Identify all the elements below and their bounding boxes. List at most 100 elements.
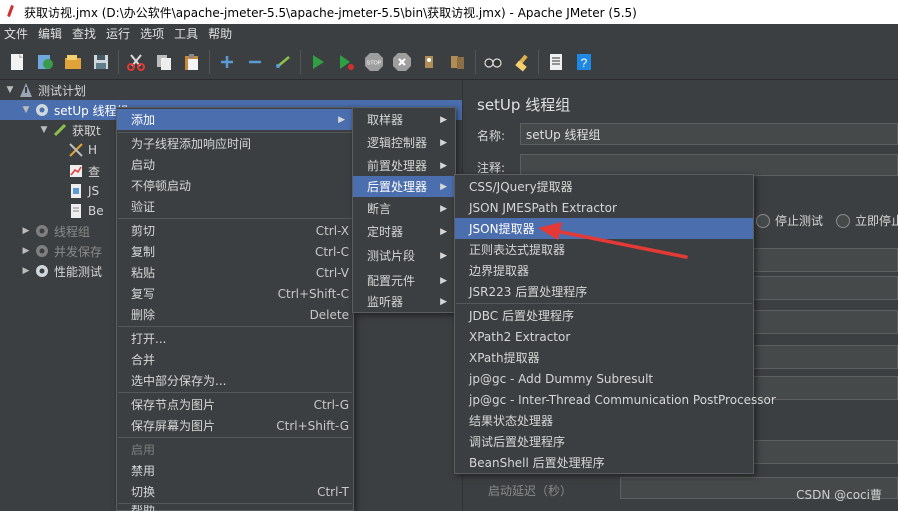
name-field[interactable]: setUp 线程组 bbox=[520, 123, 898, 145]
menu-item-copy[interactable]: 复制 Ctrl-C bbox=[117, 241, 353, 262]
submenu-item-assertion[interactable]: 断言 ▶ bbox=[353, 198, 455, 219]
menu-item-duplicate[interactable]: 复写 Ctrl+Shift-C bbox=[117, 283, 353, 304]
templates-icon[interactable] bbox=[34, 51, 56, 73]
stop-icon[interactable]: STOP bbox=[363, 51, 385, 73]
submenu-item-inter-thread-communication[interactable]: jp@gc - Inter-Thread Communication PostP… bbox=[455, 389, 776, 410]
tree-node-sampler[interactable]: ▼ 获取t bbox=[38, 120, 101, 140]
tree-node-test-plan[interactable]: ▼ 测试计划 bbox=[4, 80, 462, 100]
submenu-item-json-extractor[interactable]: JSON提取器 bbox=[455, 218, 753, 239]
radio-circle[interactable] bbox=[756, 213, 770, 228]
submenu-item-beanshell-post-processor[interactable]: BeanShell 后置处理程序 bbox=[455, 452, 753, 473]
submenu-item-config-element[interactable]: 配置元件 ▶ bbox=[353, 270, 455, 291]
comment-field[interactable] bbox=[520, 154, 898, 176]
submenu-item-dummy-subresult[interactable]: jp@gc - Add Dummy Subresult bbox=[455, 368, 753, 389]
submenu-item-post-processor[interactable]: 后置处理器 ▶ bbox=[353, 176, 455, 197]
submenu-item-regex-extractor[interactable]: 正则表达式提取器 bbox=[455, 239, 753, 260]
clear-icon[interactable] bbox=[419, 51, 441, 73]
chevron-right-icon[interactable]: ▶ bbox=[20, 266, 32, 276]
tools-icon bbox=[68, 142, 84, 158]
submenu-item-xpath2-extractor[interactable]: XPath2 Extractor bbox=[455, 326, 753, 347]
tree-node-http[interactable]: H bbox=[66, 140, 97, 160]
collapse-icon[interactable] bbox=[244, 51, 266, 73]
search-icon[interactable] bbox=[482, 51, 504, 73]
menu-edit[interactable]: 编辑 bbox=[34, 24, 68, 44]
menu-help[interactable]: 帮助 bbox=[204, 24, 238, 44]
tree-node-json[interactable]: JS bbox=[66, 181, 99, 201]
menu-item-toggle[interactable]: 切换 Ctrl-T bbox=[117, 481, 353, 502]
toolbar-separator bbox=[475, 49, 476, 74]
chevron-down-icon[interactable]: ▼ bbox=[38, 125, 50, 135]
menu-item-add-response-time[interactable]: 为子线程添加响应时间 bbox=[117, 133, 353, 154]
menu-separator bbox=[118, 392, 352, 393]
submenu-item-timer[interactable]: 定时器 ▶ bbox=[353, 221, 455, 242]
chevron-down-icon[interactable]: ▼ bbox=[20, 105, 32, 115]
stop-now-radio[interactable]: 立即停止 bbox=[836, 212, 898, 229]
function-helper-icon[interactable] bbox=[545, 51, 567, 73]
menu-item-start-no-pause[interactable]: 不停顿启动 bbox=[117, 175, 353, 196]
submenu-item-test-fragment[interactable]: 测试片段 ▶ bbox=[353, 245, 455, 266]
menu-item-save-screen-image[interactable]: 保存屏幕为图片 Ctrl+Shift-G bbox=[117, 415, 353, 436]
chevron-right-icon[interactable]: ▶ bbox=[20, 246, 32, 256]
menu-item-add[interactable]: 添加 ▶ bbox=[117, 109, 353, 130]
submenu-item-logic-controller[interactable]: 逻辑控制器 ▶ bbox=[353, 132, 455, 153]
menu-item-open[interactable]: 打开... bbox=[117, 328, 353, 349]
submenu-item-result-status-handler[interactable]: 结果状态处理器 bbox=[455, 410, 753, 431]
menu-search[interactable]: 查找 bbox=[68, 24, 102, 44]
menu-item-start[interactable]: 启动 bbox=[117, 154, 353, 175]
submenu-item-css-jquery-extractor[interactable]: CSS/JQuery提取器 bbox=[455, 176, 753, 197]
menu-tools[interactable]: 工具 bbox=[170, 24, 204, 44]
chevron-down-icon[interactable]: ▼ bbox=[4, 85, 16, 95]
menu-run[interactable]: 运行 bbox=[102, 24, 136, 44]
menu-item-save-node-image[interactable]: 保存节点为图片 Ctrl-G bbox=[117, 394, 353, 415]
start-no-pause-icon[interactable] bbox=[335, 51, 357, 73]
submenu-item-boundary-extractor[interactable]: 边界提取器 bbox=[455, 260, 753, 281]
submenu-item-xpath-extractor[interactable]: XPath提取器 bbox=[455, 347, 753, 368]
submenu-item-jsr223-post-processor[interactable]: JSR223 后置处理程序 bbox=[455, 281, 753, 302]
submenu-item-json-jmespath-extractor[interactable]: JSON JMESPath Extractor bbox=[455, 197, 753, 218]
tree-node-thread-group[interactable]: ▶ 线程组 bbox=[20, 221, 90, 241]
menu-item-paste[interactable]: 粘贴 Ctrl-V bbox=[117, 262, 353, 283]
menu-item-save-selection[interactable]: 选中部分保存为... bbox=[117, 370, 353, 391]
radio-circle[interactable] bbox=[836, 213, 850, 228]
menu-options[interactable]: 选项 bbox=[136, 24, 170, 44]
menu-item-validate[interactable]: 验证 bbox=[117, 196, 353, 217]
tree-node-label: 获取t bbox=[72, 123, 101, 138]
gear-icon bbox=[34, 243, 50, 259]
reset-search-icon[interactable] bbox=[510, 51, 532, 73]
submenu-item-jdbc-post-processor[interactable]: JDBC 后置处理程序 bbox=[455, 305, 753, 326]
clear-all-icon[interactable] bbox=[447, 51, 469, 73]
start-icon[interactable] bbox=[307, 51, 329, 73]
tree-node-view[interactable]: 查 bbox=[66, 161, 100, 181]
submenu-item-pre-processor[interactable]: 前置处理器 ▶ bbox=[353, 155, 455, 176]
chevron-right-icon: ▶ bbox=[440, 203, 447, 214]
stop-now-label: 立即停止 bbox=[855, 214, 898, 228]
new-icon[interactable] bbox=[6, 51, 28, 73]
chevron-right-icon[interactable]: ▶ bbox=[20, 226, 32, 236]
open-icon[interactable] bbox=[62, 51, 84, 73]
stop-test-radio[interactable]: 停止测试 bbox=[756, 212, 823, 229]
menu-item-disable[interactable]: 禁用 bbox=[117, 460, 353, 481]
save-icon[interactable] bbox=[90, 51, 112, 73]
shutdown-icon[interactable] bbox=[391, 51, 413, 73]
menu-item-cut[interactable]: 剪切 Ctrl-X bbox=[117, 220, 353, 241]
chevron-right-icon: ▶ bbox=[338, 114, 345, 125]
menu-item-delete[interactable]: 删除 Delete bbox=[117, 304, 353, 325]
help-icon[interactable]: ? bbox=[573, 51, 595, 73]
copy-icon[interactable] bbox=[153, 51, 175, 73]
paste-icon[interactable] bbox=[181, 51, 203, 73]
tree-node-concurrent[interactable]: ▶ 并发保存 bbox=[20, 241, 102, 261]
menu-file[interactable]: 文件 bbox=[0, 24, 34, 44]
tree-node-beanshell[interactable]: Be bbox=[66, 201, 104, 221]
expand-icon[interactable] bbox=[216, 51, 238, 73]
submenu-item-listener[interactable]: 监听器 ▶ bbox=[353, 291, 455, 312]
menu-item-help[interactable]: 帮助 bbox=[117, 505, 353, 511]
toolbar: STOP ? bbox=[0, 44, 898, 80]
menu-item-merge[interactable]: 合并 bbox=[117, 349, 353, 370]
tree-node-perf[interactable]: ▶ 性能测试 bbox=[20, 261, 102, 281]
menu-separator bbox=[118, 437, 352, 438]
chevron-right-icon: ▶ bbox=[440, 275, 447, 286]
submenu-item-debug-post-processor[interactable]: 调试后置处理程序 bbox=[455, 431, 753, 452]
cut-icon[interactable] bbox=[125, 51, 147, 73]
submenu-item-sampler[interactable]: 取样器 ▶ bbox=[353, 109, 455, 130]
toggle-icon[interactable] bbox=[272, 51, 294, 73]
